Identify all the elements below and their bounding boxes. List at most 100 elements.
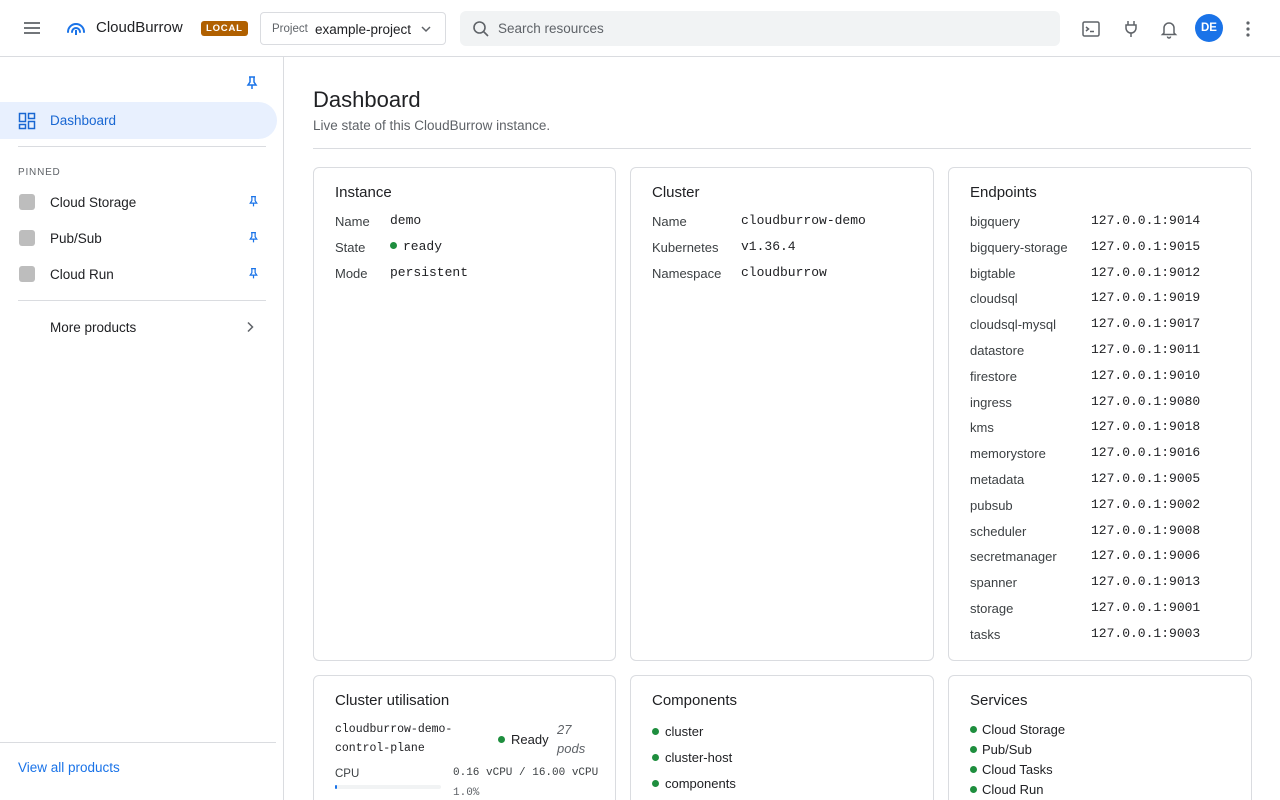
sidebar-item-cloud-run[interactable]: Cloud Run xyxy=(0,256,277,292)
node-status-text: Ready xyxy=(511,732,549,747)
sidebar-divider xyxy=(18,146,266,147)
service-label: Cloud Tasks xyxy=(982,762,1053,777)
env-badge: LOCAL xyxy=(201,21,248,36)
status-dot-icon xyxy=(652,754,659,762)
endpoint-name: memorystore xyxy=(970,446,1046,462)
more-products-button[interactable]: More products xyxy=(0,309,277,345)
row-key: Kubernetes xyxy=(652,240,719,255)
cpu-label: CPU xyxy=(335,768,360,780)
component-label: components xyxy=(665,776,736,791)
endpoint-address: 127.0.0.1:9014 xyxy=(1091,213,1201,228)
row-value: cloudburrow-demo xyxy=(741,213,866,228)
endpoint-name: spanner xyxy=(970,575,1017,591)
endpoint-address: 127.0.0.1:9016 xyxy=(1091,445,1201,461)
status-dot-icon xyxy=(970,746,977,754)
product-icon xyxy=(19,194,35,210)
card-title: Cluster utilisation xyxy=(335,692,450,709)
status-dot-icon xyxy=(970,726,977,734)
endpoint-name: firestore xyxy=(970,368,1017,384)
pin-icon[interactable] xyxy=(247,195,260,208)
endpoint-address: 127.0.0.1:9006 xyxy=(1091,548,1201,564)
service-item[interactable]: Cloud Run xyxy=(970,782,1043,797)
components-card: Components cluster cluster-host components xyxy=(630,675,934,800)
endpoint-name: storage xyxy=(970,601,1014,616)
endpoint-address: 127.0.0.1:9001 xyxy=(1091,600,1201,615)
endpoint-address: 127.0.0.1:9003 xyxy=(1091,625,1201,641)
component-item[interactable]: cluster-host xyxy=(652,750,732,765)
menu-icon[interactable] xyxy=(20,16,44,40)
pin-sidebar-icon[interactable] xyxy=(244,75,260,91)
endpoint-address: 127.0.0.1:9010 xyxy=(1091,367,1201,383)
pod-count-value: 27 xyxy=(557,722,572,737)
status-dot-icon xyxy=(652,780,659,788)
endpoint-address: 127.0.0.1:9017 xyxy=(1091,316,1201,332)
search-icon xyxy=(473,21,489,37)
view-all-products-link[interactable]: View all products xyxy=(18,760,120,775)
row-value: persistent xyxy=(390,265,469,280)
project-picker-value: example-project xyxy=(315,22,412,37)
endpoint-name: metadata xyxy=(970,472,1025,487)
endpoint-address: 127.0.0.1:9080 xyxy=(1091,393,1201,409)
terminal-icon[interactable] xyxy=(1080,18,1102,40)
component-label: cluster-host xyxy=(665,750,733,765)
more-vert-icon[interactable] xyxy=(1237,18,1259,40)
sidebar-item-cloud-storage[interactable]: Cloud Storage xyxy=(0,184,277,220)
top-bar: CloudBurrow LOCAL Project example-projec… xyxy=(0,0,1280,57)
service-label: Pub/Sub xyxy=(982,742,1032,757)
sidebar-item-pubsub[interactable]: Pub/Sub xyxy=(0,220,277,256)
pin-icon[interactable] xyxy=(247,267,260,280)
page-title: Dashboard xyxy=(313,87,421,112)
main-content: Dashboard Live state of this CloudBurrow… xyxy=(285,57,1280,800)
row-value: v1.36.4 xyxy=(741,239,796,254)
row-key: Namespace xyxy=(652,266,722,281)
pinned-section-label: PINNED xyxy=(18,167,61,178)
card-title: Instance xyxy=(335,184,392,201)
pin-icon[interactable] xyxy=(247,231,260,244)
node-name-line: control-plane xyxy=(335,742,425,755)
cluster-utilisation-card: Cluster utilisation cloudburrow-demo- co… xyxy=(313,675,616,800)
chevron-down-icon xyxy=(421,26,431,33)
card-title: Components xyxy=(652,692,738,709)
row-key: State xyxy=(335,240,366,255)
state-value: ready xyxy=(390,239,442,254)
endpoint-address: 127.0.0.1:9019 xyxy=(1091,290,1201,306)
sidebar-item-label: Cloud Storage xyxy=(50,195,137,210)
sidebar-divider xyxy=(0,742,276,743)
sidebar-item-dashboard[interactable]: Dashboard xyxy=(0,102,277,139)
page-subtitle: Live state of this CloudBurrow instance. xyxy=(313,118,551,133)
plug-icon[interactable] xyxy=(1120,18,1142,40)
component-label: cluster xyxy=(665,724,704,739)
component-item[interactable]: cluster xyxy=(652,724,703,739)
endpoint-address: 127.0.0.1:9013 xyxy=(1091,574,1201,590)
sidebar-item-label: Pub/Sub xyxy=(50,231,102,246)
app-name[interactable]: CloudBurrow xyxy=(96,19,183,36)
endpoint-address: 127.0.0.1:9012 xyxy=(1091,264,1201,280)
instance-card: Instance Name demo State ready Mode pers… xyxy=(313,167,616,661)
node-name-line: cloudburrow-demo- xyxy=(335,723,453,736)
row-value: demo xyxy=(390,213,422,228)
user-avatar[interactable]: DE xyxy=(1195,14,1223,42)
component-item[interactable]: components xyxy=(652,776,736,791)
service-item[interactable]: Cloud Storage xyxy=(970,722,1065,737)
row-value: cloudburrow xyxy=(741,265,827,280)
endpoint-address: 127.0.0.1:9005 xyxy=(1091,471,1201,486)
status-dot-icon xyxy=(970,766,977,774)
more-products-label: More products xyxy=(50,320,137,335)
product-icon xyxy=(19,266,35,282)
endpoint-name: pubsub xyxy=(970,497,1013,513)
service-item[interactable]: Cloud Tasks xyxy=(970,762,1053,777)
search-input[interactable] xyxy=(498,11,1038,46)
search-bar xyxy=(460,11,1060,46)
status-dot-icon xyxy=(390,242,397,250)
card-title: Cluster xyxy=(652,184,700,201)
row-key: Mode xyxy=(335,266,368,281)
service-item[interactable]: Pub/Sub xyxy=(970,742,1032,757)
endpoint-address: 127.0.0.1:9002 xyxy=(1091,496,1201,512)
endpoint-address: 127.0.0.1:9015 xyxy=(1091,238,1201,254)
notifications-bell-icon[interactable] xyxy=(1158,18,1180,40)
product-icon xyxy=(19,230,35,246)
cloudburrow-logo-icon[interactable] xyxy=(64,16,88,40)
project-picker[interactable]: Project example-project xyxy=(260,12,446,45)
card-title: Endpoints xyxy=(970,184,1037,201)
endpoint-address: 127.0.0.1:9008 xyxy=(1091,522,1201,538)
